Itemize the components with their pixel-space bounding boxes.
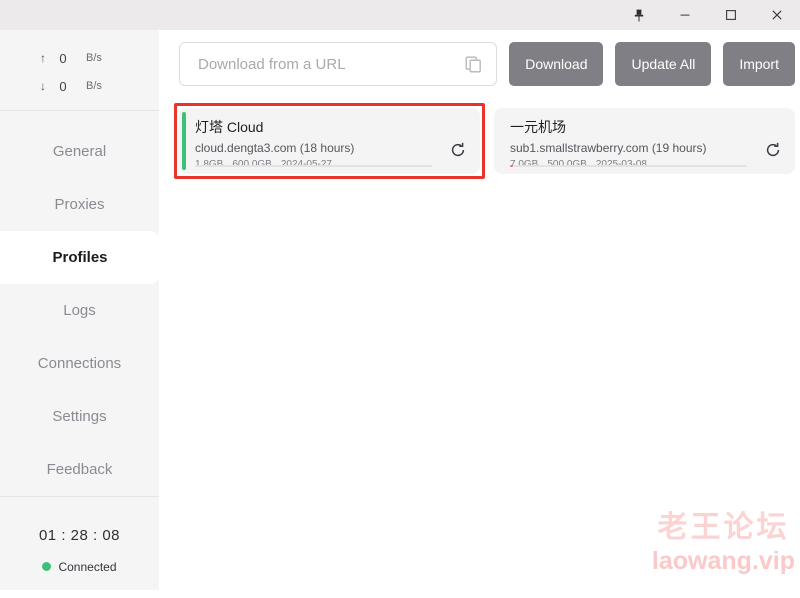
download-arrow-icon: ↓ — [40, 79, 46, 93]
pin-window-button[interactable] — [616, 0, 662, 30]
update-all-button[interactable]: Update All — [615, 42, 712, 86]
close-window-button[interactable] — [754, 0, 800, 30]
download-speed-value: 0 — [59, 78, 67, 94]
profile-card[interactable]: 一元机场 sub1.smallstrawberry.com (19 hours)… — [494, 108, 795, 174]
sidebar-item-label: Connections — [37, 355, 122, 372]
profile-progress-track — [510, 165, 747, 167]
sidebar-item-label: Proxies — [54, 196, 105, 213]
profile-subtitle: cloud.dengta3.com (18 hours) — [195, 141, 355, 155]
sidebar-item-general[interactable]: General — [0, 125, 159, 178]
upload-speed-value: 0 — [59, 50, 67, 66]
upload-arrow-icon: ↑ — [40, 51, 46, 65]
watermark-cn: 老王论坛 — [657, 511, 790, 544]
status-badge: Connected — [42, 559, 117, 574]
maximize-window-button[interactable] — [708, 0, 754, 30]
session-timer: 01 : 28 : 08 — [38, 527, 121, 544]
connection-status-panel: 01 : 28 : 08 Connected — [0, 496, 159, 598]
upload-speed-row: ↑ 0 B/s — [0, 44, 159, 72]
profiles-toolbar: Download Update All Import — [179, 30, 795, 86]
profile-title: 灯塔 Cloud — [195, 119, 264, 135]
download-speed-unit: B/s — [86, 80, 102, 92]
sidebar-item-feedback[interactable]: Feedback — [0, 443, 159, 496]
profile-accent-bar — [182, 112, 186, 170]
watermark-en: laowang.vip — [651, 547, 795, 575]
sidebar-item-label: Feedback — [46, 461, 113, 478]
profile-accent-bar — [497, 112, 501, 170]
profile-progress-track — [195, 165, 432, 167]
download-button[interactable]: Download — [509, 42, 604, 86]
sidebar-item-label: Settings — [52, 408, 107, 425]
sidebar-item-connections[interactable]: Connections — [0, 337, 159, 390]
url-input[interactable] — [196, 54, 463, 74]
main-content: Download Update All Import 灯塔 Cloud clou… — [159, 30, 800, 590]
window-titlebar — [0, 0, 800, 30]
watermark: 老王论坛 laowang.vip — [652, 510, 795, 576]
copy-icon[interactable] — [462, 53, 484, 75]
profile-title: 一元机场 — [510, 119, 566, 135]
profile-subtitle: sub1.smallstrawberry.com (19 hours) — [510, 141, 707, 155]
maximize-icon — [726, 10, 736, 20]
minimize-icon — [680, 14, 690, 16]
sidebar-item-label: Logs — [63, 302, 96, 319]
import-button[interactable]: Import — [723, 42, 795, 86]
sidebar-nav: General Proxies Profiles Logs Connection… — [0, 111, 160, 496]
status-label: Connected — [58, 559, 117, 574]
profile-card-list: 灯塔 Cloud cloud.dengta3.com (18 hours) 1.… — [174, 103, 795, 179]
profile-card-wrapper: 灯塔 Cloud cloud.dengta3.com (18 hours) 1.… — [174, 103, 485, 179]
speed-indicators: ↑ 0 B/s ↓ 0 B/s — [0, 30, 159, 111]
status-dot-icon — [42, 562, 52, 571]
refresh-icon[interactable] — [450, 142, 466, 163]
app-body: ↑ 0 B/s ↓ 0 B/s General Proxies Profiles… — [0, 30, 800, 590]
sidebar-item-logs[interactable]: Logs — [0, 284, 159, 337]
upload-speed-unit: B/s — [86, 52, 102, 64]
sidebar-item-profiles[interactable]: Profiles — [0, 231, 160, 284]
profile-progress-fill — [510, 165, 514, 167]
close-icon — [772, 10, 782, 20]
pin-icon — [634, 9, 644, 21]
download-speed-row: ↓ 0 B/s — [0, 72, 159, 100]
sidebar-item-label: Profiles — [52, 249, 108, 266]
profile-card[interactable]: 灯塔 Cloud cloud.dengta3.com (18 hours) 1.… — [179, 108, 480, 174]
sidebar-item-label: General — [52, 143, 107, 160]
sidebar: ↑ 0 B/s ↓ 0 B/s General Proxies Profiles… — [0, 30, 160, 590]
sidebar-item-settings[interactable]: Settings — [0, 390, 159, 443]
refresh-icon[interactable] — [765, 142, 781, 163]
profile-card-wrapper: 一元机场 sub1.smallstrawberry.com (19 hours)… — [494, 108, 795, 174]
url-field-wrapper[interactable] — [179, 42, 498, 86]
sidebar-item-proxies[interactable]: Proxies — [0, 178, 159, 231]
minimize-window-button[interactable] — [662, 0, 708, 30]
